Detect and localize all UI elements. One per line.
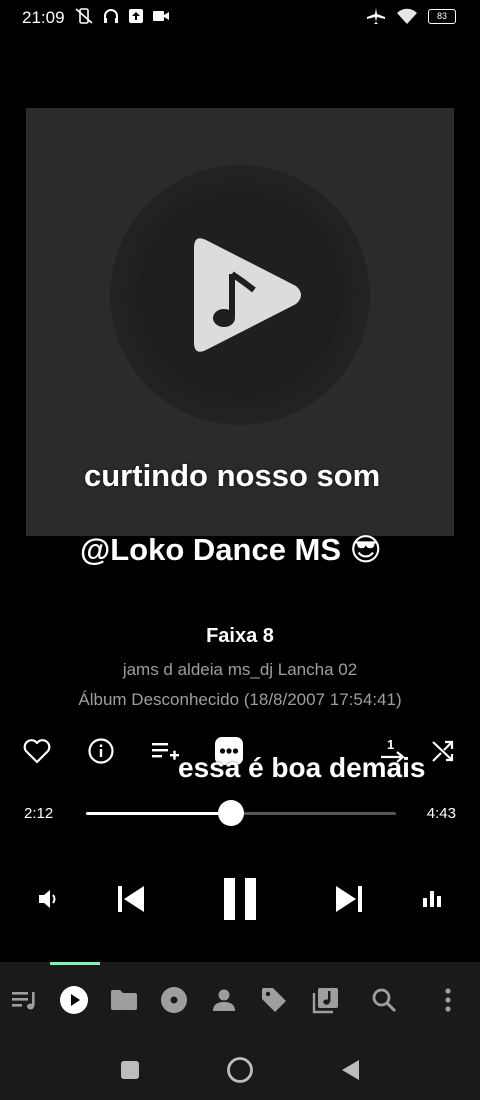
- nav-search[interactable]: [368, 984, 400, 1016]
- seek-progress: [86, 812, 231, 815]
- menu-dots-icon: [445, 988, 451, 1012]
- queue-icon: [12, 992, 35, 1010]
- nav-albums[interactable]: [158, 984, 190, 1016]
- home-button[interactable]: [226, 1056, 254, 1084]
- equalizer-button[interactable]: [418, 884, 446, 912]
- wifi-icon: [397, 8, 417, 24]
- tag-icon: [262, 988, 286, 1012]
- overlay-caption-2: @Loko Dance MS 😎: [80, 532, 382, 567]
- mute-vibrate-icon: [75, 8, 93, 24]
- nav-genres[interactable]: [258, 984, 290, 1016]
- status-icons-left: [74, 7, 170, 25]
- seek-thumb[interactable]: [218, 800, 244, 826]
- battery-icon: 83: [428, 8, 456, 24]
- volume-icon: [39, 890, 56, 908]
- track-album[interactable]: Álbum Desconhecido (18/8/2007 17:54:41): [0, 690, 480, 710]
- search-icon: [372, 988, 397, 1013]
- heart-icon: [23, 739, 51, 764]
- recents-button[interactable]: [116, 1056, 144, 1084]
- folder-icon: [111, 990, 137, 1010]
- add-to-queue-button[interactable]: [148, 734, 182, 768]
- playlist-icon: [312, 988, 338, 1014]
- nav-menu[interactable]: [432, 984, 464, 1016]
- now-playing-icon: [60, 986, 88, 1014]
- nav-artists[interactable]: [208, 984, 240, 1016]
- artist-icon: [213, 989, 235, 1011]
- recents-icon: [121, 1061, 139, 1079]
- previous-icon: [118, 886, 144, 912]
- previous-button[interactable]: [112, 880, 150, 918]
- info-icon: [88, 738, 114, 764]
- active-tab-indicator: [50, 962, 100, 965]
- overlay-caption-1: curtindo nosso som: [84, 458, 381, 493]
- headphones-icon: [104, 9, 118, 23]
- next-icon: [336, 886, 362, 912]
- video-icon: [153, 11, 169, 21]
- pause-icon: [224, 878, 256, 920]
- nav-playlists[interactable]: [310, 984, 342, 1016]
- add-to-queue-icon: [152, 743, 179, 760]
- favorite-button[interactable]: [20, 734, 54, 768]
- track-artist[interactable]: jams d aldeia ms_dj Lancha 02: [0, 660, 480, 680]
- music-play-logo-icon: [194, 238, 301, 352]
- overlay-caption-3: essa é boa demais: [178, 752, 426, 783]
- nav-queue[interactable]: [8, 984, 40, 1016]
- nav-now-playing[interactable]: [58, 984, 90, 1016]
- nav-folders[interactable]: [108, 984, 140, 1016]
- elapsed-time: 2:12: [24, 805, 54, 822]
- equalizer-icon: [423, 891, 441, 907]
- status-time: 21:09: [22, 8, 65, 27]
- pause-button[interactable]: [216, 874, 264, 924]
- svg-text:1: 1: [387, 737, 394, 752]
- home-icon: [227, 1057, 253, 1083]
- back-icon: [342, 1060, 359, 1080]
- back-button[interactable]: [336, 1056, 364, 1084]
- volume-button[interactable]: [34, 884, 64, 914]
- upload-icon: [129, 9, 143, 23]
- total-time: 4:43: [426, 805, 456, 822]
- shuffle-button[interactable]: [426, 734, 460, 768]
- next-button[interactable]: [330, 880, 368, 918]
- info-button[interactable]: [84, 734, 118, 768]
- shuffle-icon: [432, 740, 454, 762]
- airplane-icon: [367, 8, 385, 24]
- track-title: Faixa 8: [206, 625, 274, 647]
- album-icon: [161, 987, 187, 1013]
- status-icons-right: 83: [366, 7, 456, 25]
